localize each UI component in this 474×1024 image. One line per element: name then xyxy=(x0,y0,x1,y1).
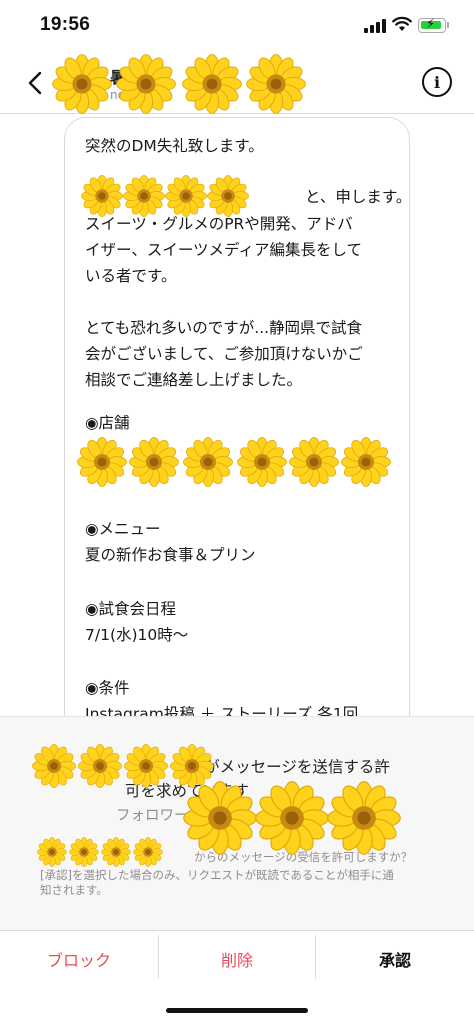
block-button[interactable]: ブロック xyxy=(0,931,158,987)
back-button[interactable] xyxy=(20,66,50,100)
sunflower-sticker-icon xyxy=(78,744,122,788)
message-line: とても恐れ多いのですが...静岡県で試食 xyxy=(85,319,363,337)
info-circle-icon: i xyxy=(433,72,441,92)
info-button[interactable]: i xyxy=(422,67,452,97)
message-line: いる者です。 xyxy=(85,267,177,285)
sunflower-sticker-icon xyxy=(207,175,249,217)
sunflower-sticker-icon xyxy=(327,781,401,855)
sunflower-sticker-icon xyxy=(237,437,287,487)
sunflower-sticker-icon xyxy=(52,54,112,114)
message-line: 夏の新作お食事＆プリン xyxy=(85,546,256,564)
sunflower-sticker-icon xyxy=(77,437,127,487)
status-bar: 19:56 ⚡ xyxy=(0,0,474,52)
charging-bolt-icon: ⚡ xyxy=(426,17,436,32)
status-time: 19:56 xyxy=(40,14,91,35)
sunflower-sticker-icon xyxy=(123,175,165,217)
sunflower-sticker-icon xyxy=(81,175,123,217)
request-note-line2: [承認]を選択した場合のみ、リクエストが既読であることが相手に通 xyxy=(40,868,394,882)
sunflower-sticker-icon xyxy=(101,837,131,867)
delete-button[interactable]: 削除 xyxy=(159,931,315,987)
home-indicator xyxy=(166,1008,308,1013)
sunflower-sticker-icon xyxy=(116,54,176,114)
sunflower-sticker-icon xyxy=(129,437,179,487)
wifi-icon xyxy=(392,16,412,31)
accept-button[interactable]: 承認 xyxy=(316,931,474,987)
message-line: ◉条件 xyxy=(85,679,130,697)
sunflower-sticker-icon xyxy=(32,744,76,788)
battery-tip xyxy=(447,22,449,28)
message-line: ◉メニュー xyxy=(85,520,161,538)
message-line: ◉店舗 xyxy=(85,414,130,432)
message-line: ◉試食会日程 xyxy=(85,600,177,618)
sunflower-sticker-icon xyxy=(124,744,168,788)
message-line: イザー、スイーツメディア編集長をして xyxy=(85,241,362,259)
sunflower-sticker-icon xyxy=(133,837,163,867)
sunflower-sticker-icon xyxy=(183,437,233,487)
request-note-line3: 知されます。 xyxy=(40,883,108,897)
sunflower-sticker-icon xyxy=(69,837,99,867)
sunflower-sticker-icon xyxy=(255,781,329,855)
follower-label: フォロワー xyxy=(116,808,189,824)
sunflower-sticker-icon xyxy=(182,54,242,114)
sunflower-sticker-icon xyxy=(289,437,339,487)
message-line: 7/1(水)10時〜 xyxy=(85,626,189,644)
sunflower-sticker-icon xyxy=(246,54,306,114)
cellular-signal-icon xyxy=(364,19,386,33)
chevron-left-icon xyxy=(28,71,42,95)
sunflower-sticker-icon xyxy=(165,175,207,217)
message-line: 突然のDM失礼致します。 xyxy=(85,137,264,155)
message-line: 会がございまして、ご参加頂けないかご xyxy=(85,345,363,363)
sunflower-sticker-icon xyxy=(183,781,257,855)
message-line: と、申します。 xyxy=(305,188,410,206)
sunflower-sticker-icon xyxy=(341,437,391,487)
sunflower-sticker-icon xyxy=(37,837,67,867)
message-line: 相談でご連絡差し上げました。 xyxy=(85,371,303,389)
